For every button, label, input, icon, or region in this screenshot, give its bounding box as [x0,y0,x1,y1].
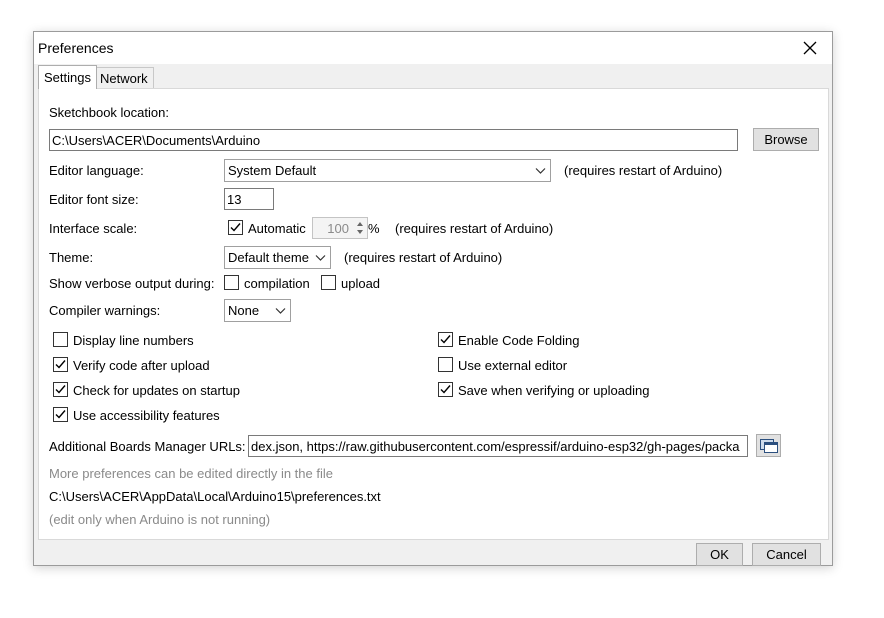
spinner-arrows-icon [357,222,363,234]
cancel-button-label: Cancel [766,547,807,562]
close-icon [803,41,817,55]
compiler-warnings-value: None [228,303,260,318]
compiler-warnings-label: Compiler warnings: [49,303,161,318]
checkmark-icon [440,335,451,344]
automatic-scale-checkbox[interactable] [228,220,243,235]
ok-button-label: OK [710,547,729,562]
preferences-window: Preferences Settings Network Sketchbook … [33,31,833,566]
close-button[interactable] [788,32,832,64]
verbose-upload-label: upload [341,276,381,291]
editor-language-value: System Default [228,163,317,178]
checkmark-icon [55,410,66,419]
font-size-input[interactable] [224,188,274,210]
interface-scale-value: 100 [327,221,349,236]
verify-after-upload-checkbox[interactable] [53,357,68,372]
display-line-numbers-label: Display line numbers [73,333,194,348]
theme-value: Default theme [228,250,309,265]
display-line-numbers-checkbox[interactable] [53,332,68,347]
window-title: Preferences [38,40,114,56]
verbose-compilation-label: compilation [244,276,310,291]
verbose-output-label: Show verbose output during: [49,276,215,291]
checkmark-icon [55,385,66,394]
preferences-file-path: C:\Users\ACER\AppData\Local\Arduino15\pr… [49,489,381,504]
checkmark-icon [230,223,241,232]
browse-button[interactable]: Browse [753,128,819,151]
chevron-down-icon [535,168,546,174]
chevron-down-icon [315,255,326,261]
more-preferences-note: More preferences can be edited directly … [49,466,333,481]
boards-urls-label: Additional Boards Manager URLs: [49,439,246,454]
automatic-scale-label: Automatic [248,221,306,236]
interface-scale-label: Interface scale: [49,221,138,236]
verbose-upload-checkbox[interactable] [321,275,336,290]
tab-settings-label: Settings [44,70,91,85]
browse-button-label: Browse [764,132,808,147]
tab-network[interactable]: Network [94,67,154,89]
checkmark-icon [440,385,451,394]
tab-settings[interactable]: Settings [38,65,97,89]
font-size-label: Editor font size: [49,192,139,207]
interface-scale-unit: % [368,221,380,236]
interface-scale-note: (requires restart of Arduino) [395,221,554,236]
accessibility-checkbox[interactable] [53,407,68,422]
compiler-warnings-select[interactable]: None [224,299,291,322]
checkmark-icon [55,360,66,369]
editor-language-select[interactable]: System Default [224,159,551,182]
code-folding-label: Enable Code Folding [458,333,580,348]
theme-select[interactable]: Default theme [224,246,331,269]
ok-button[interactable]: OK [696,543,743,566]
editor-language-label: Editor language: [49,163,144,178]
accessibility-label: Use accessibility features [73,408,220,423]
theme-note: (requires restart of Arduino) [344,250,503,265]
check-updates-label: Check for updates on startup [73,383,240,398]
chevron-down-icon [275,308,286,314]
list-editor-icon [759,438,778,453]
title-bar: Preferences [34,32,832,64]
code-folding-checkbox[interactable] [438,332,453,347]
settings-panel: Sketchbook location: Browse Editor langu… [38,88,829,540]
sketchbook-location-input[interactable] [49,129,738,151]
editor-language-note: (requires restart of Arduino) [564,163,723,178]
theme-label: Theme: [49,250,94,265]
tab-network-label: Network [100,71,148,86]
edit-urls-button[interactable] [756,434,781,457]
save-when-verifying-checkbox[interactable] [438,382,453,397]
verbose-compilation-checkbox[interactable] [224,275,239,290]
cancel-button[interactable]: Cancel [752,543,821,566]
external-editor-checkbox[interactable] [438,357,453,372]
verify-after-upload-label: Verify code after upload [73,358,210,373]
sketchbook-label: Sketchbook location: [49,105,169,120]
save-when-verifying-label: Save when verifying or uploading [458,383,650,398]
edit-warning-note: (edit only when Arduino is not running) [49,512,271,527]
external-editor-label: Use external editor [458,358,568,373]
check-updates-checkbox[interactable] [53,382,68,397]
boards-urls-input[interactable] [248,435,748,457]
interface-scale-spinner[interactable]: 100 [312,217,368,239]
